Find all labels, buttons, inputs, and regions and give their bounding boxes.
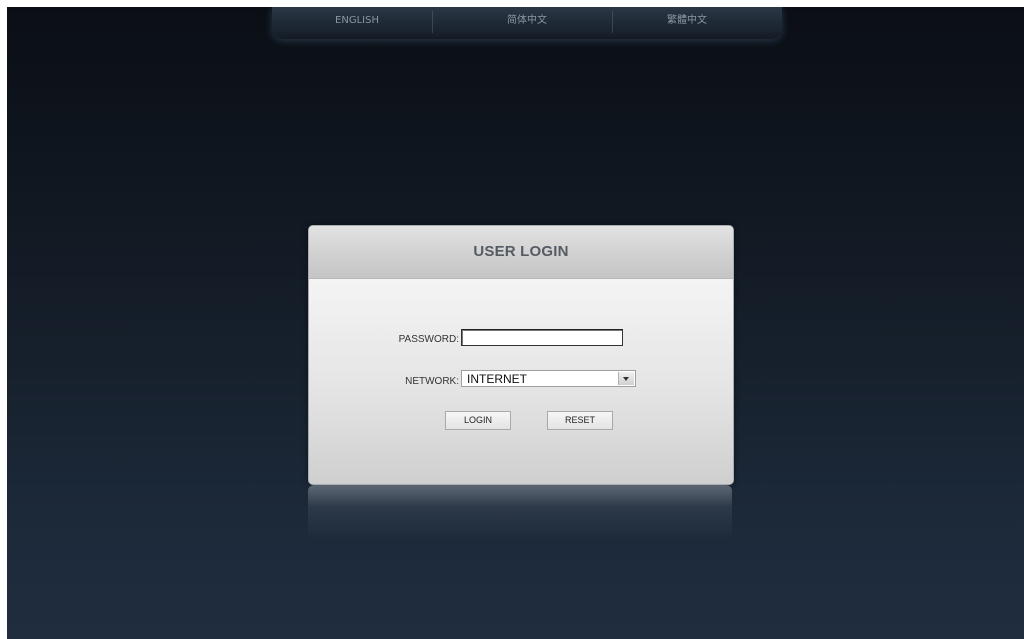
login-title: USER LOGIN <box>473 243 569 260</box>
network-label: NETWORK: <box>405 376 459 387</box>
language-divider <box>432 11 433 33</box>
language-bar: ENGLISH 简体中文 繁體中文 <box>272 7 782 39</box>
login-button[interactable]: LOGIN <box>445 411 511 430</box>
language-divider <box>612 11 613 33</box>
network-selected-value: INTERNET <box>467 372 527 386</box>
panel-reflection <box>308 485 732 540</box>
password-label: PASSWORD: <box>398 334 459 345</box>
password-input[interactable] <box>461 329 623 346</box>
language-english[interactable]: ENGLISH <box>302 7 412 35</box>
network-select[interactable]: INTERNET <box>461 370 636 387</box>
language-simplified-chinese[interactable]: 简体中文 <box>462 7 592 35</box>
login-form: PASSWORD: NETWORK: INTERNET LOGIN RESET <box>309 279 733 484</box>
login-screen: ENGLISH 简体中文 繁體中文 USER LOGIN PASSWORD: N… <box>7 7 1024 639</box>
chevron-down-icon[interactable] <box>618 372 634 385</box>
login-panel: USER LOGIN PASSWORD: NETWORK: INTERNET L… <box>308 225 734 485</box>
login-panel-header: USER LOGIN <box>309 226 733 279</box>
reset-button[interactable]: RESET <box>547 411 613 430</box>
language-traditional-chinese[interactable]: 繁體中文 <box>622 7 752 35</box>
